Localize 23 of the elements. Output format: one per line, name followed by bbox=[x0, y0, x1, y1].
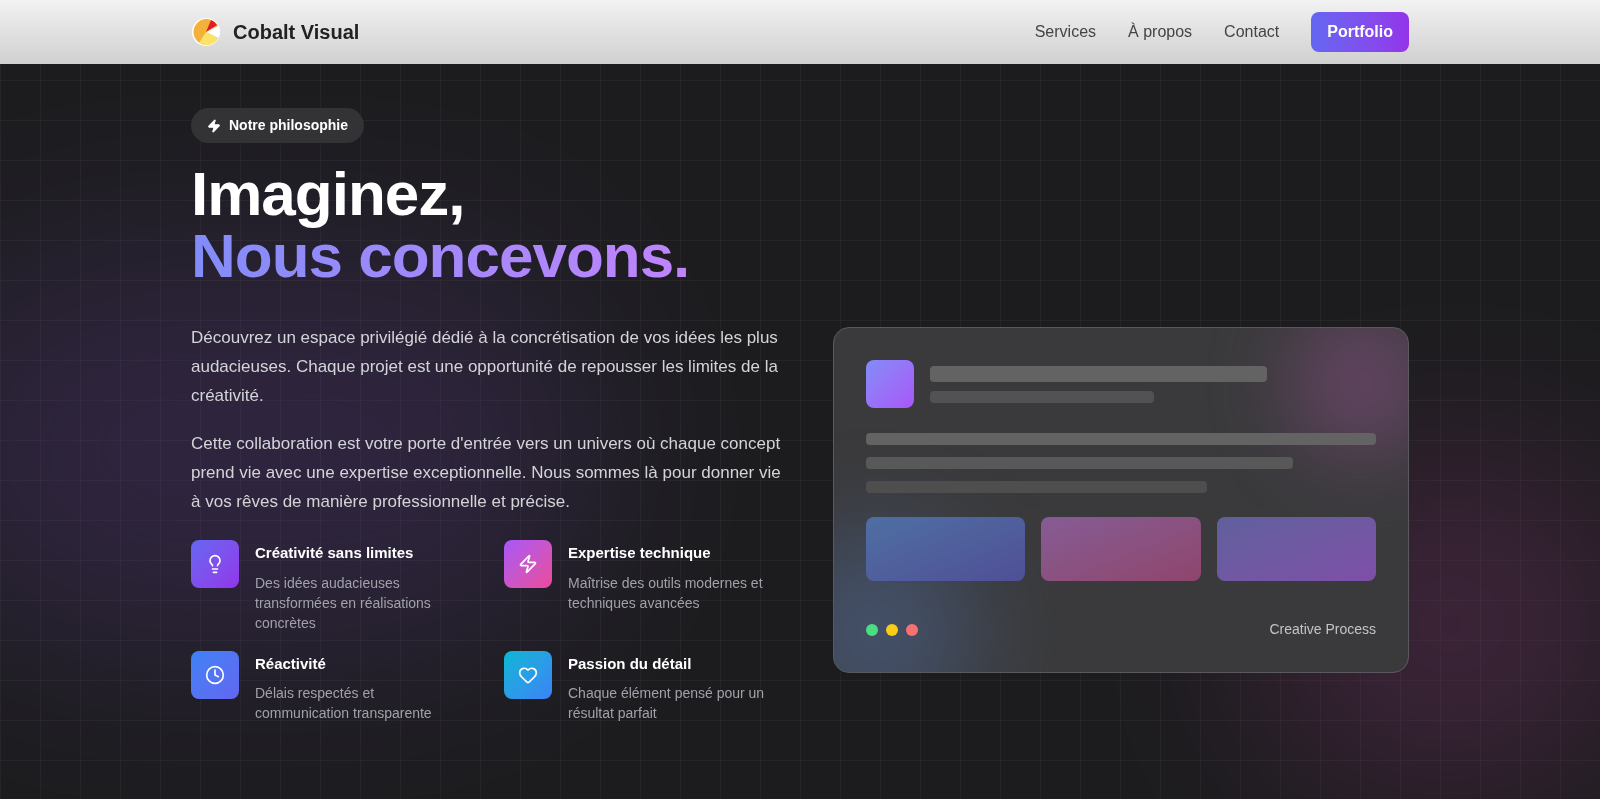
nav-link[interactable]: À propos bbox=[1128, 20, 1193, 44]
lightning-icon bbox=[207, 118, 221, 133]
feature-title: Passion du détail bbox=[568, 653, 693, 674]
avatar-placeholder bbox=[866, 360, 914, 408]
feature-description: Délais respectés et communication transparente bbox=[255, 684, 433, 723]
feature-description: Chaque élément pensé pour un résultat parfait bbox=[568, 684, 766, 723]
lightning-icon bbox=[518, 554, 538, 574]
feature-title: Créativité sans limites bbox=[255, 543, 415, 563]
feature-title: Réactivité bbox=[255, 653, 327, 674]
heart-icon bbox=[518, 664, 538, 685]
feature-description: Des idées audacieuses transformées en réalisations concrètes bbox=[255, 573, 432, 633]
nav-link[interactable]: Contact bbox=[1224, 20, 1280, 44]
brand-name: Cobalt Visual bbox=[233, 20, 360, 45]
nav-link[interactable]: Services bbox=[1034, 20, 1097, 44]
feature-title: Expertise technique bbox=[568, 543, 712, 563]
clock-icon bbox=[205, 664, 225, 685]
logo-icon bbox=[191, 17, 221, 47]
badge-label: Notre philosophie bbox=[229, 116, 348, 135]
feature-description: Maîtrise des outils modernes et techniques avancées bbox=[568, 573, 764, 613]
portfolio-button[interactable]: Portfolio bbox=[1311, 12, 1409, 52]
intro-paragraph: Découvrez un espace privilégié dédié à la concrétisation de vos idées les plus audacieuses. Chaque projet est une opportunité de repousser les limites de la créativité. bbox=[191, 327, 779, 407]
intro-paragraph: Cette collaboration est votre porte d'entrée vers un univers où chaque concept prend vie avec une expertise exceptionnelle. Nous sommes là pour donner vie à vos rêves de manière professionnelle et précise. bbox=[191, 433, 781, 513]
card-caption: Creative Process bbox=[1269, 620, 1376, 639]
